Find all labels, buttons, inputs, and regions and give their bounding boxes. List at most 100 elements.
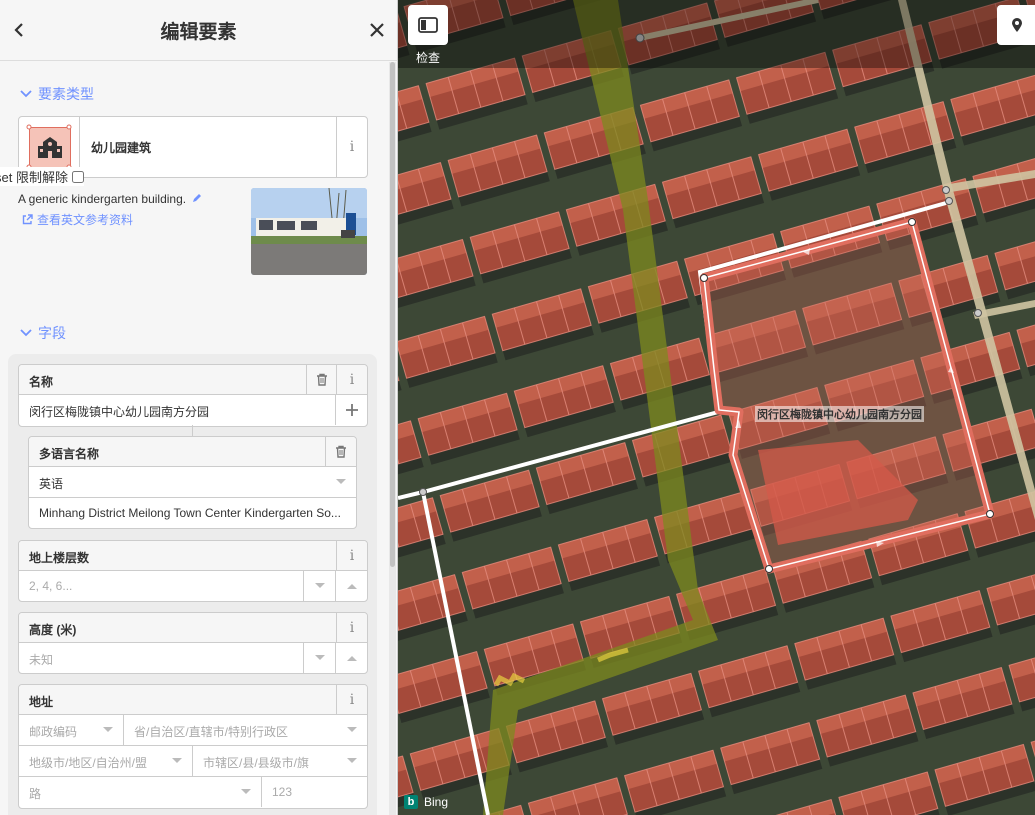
name-delete-button[interactable] <box>306 365 337 394</box>
localized-name-delete-button[interactable] <box>325 437 356 466</box>
preset-reference-photo <box>251 188 367 275</box>
levels-field: 地上楼层数 i 2, 4, 6... <box>18 540 368 602</box>
location-pin-icon <box>1012 18 1022 32</box>
sidebar-scrollbar[interactable] <box>389 62 396 815</box>
plus-icon <box>346 404 358 416</box>
height-decrement[interactable] <box>305 643 335 673</box>
fields-section-toggle[interactable]: 字段 <box>20 323 66 343</box>
district-placeholder: 市辖区/县/县级市/旗 <box>203 756 310 770</box>
localized-name-label: 多语言名称 <box>39 447 100 461</box>
height-field: 高度 (米) i 未知 <box>18 612 368 674</box>
postcode-placeholder: 邮政编码 <box>29 725 78 739</box>
close-icon <box>370 23 384 37</box>
preset-info-button[interactable]: i <box>336 117 367 177</box>
bing-logo-icon: b <box>404 795 418 809</box>
street-placeholder: 路 <box>29 787 42 801</box>
chevron-down-icon <box>315 583 325 588</box>
chevron-up-icon <box>347 656 357 661</box>
satellite-imagery <box>398 0 1035 815</box>
localized-name-field: 多语言名称 英语 Minhang District Meilong Town C… <box>28 436 357 529</box>
city-input[interactable]: 地级市/地区/自治州/盟 <box>19 746 192 776</box>
preset-description-text: A generic kindergarten building. <box>18 192 187 206</box>
levels-info-button[interactable]: i <box>336 541 367 570</box>
chevron-down-icon <box>20 90 32 98</box>
province-input[interactable]: 省/自治区/直辖市/特别行政区 <box>124 715 367 745</box>
address-row-2: 地级市/地区/自治州/盟 市辖区/县/县级市/旗 <box>19 746 367 777</box>
levels-placeholder: 2, 4, 6... <box>29 579 73 593</box>
height-info-button[interactable]: i <box>336 613 367 642</box>
imagery-attribution[interactable]: b Bing <box>404 795 448 809</box>
chevron-down-icon <box>172 758 182 763</box>
language-select[interactable]: 英语 <box>29 467 356 498</box>
chevron-down-icon <box>103 727 113 732</box>
name-value: 闵行区梅陇镇中心幼儿园南方分园 <box>29 405 210 419</box>
sidebar-toggle-icon <box>418 17 438 33</box>
province-placeholder: 省/自治区/直辖市/特别行政区 <box>134 725 289 739</box>
preset-description: A generic kindergarten building. <box>18 192 202 206</box>
address-label-row: 地址 i <box>19 685 367 715</box>
street-input[interactable]: 路 <box>19 777 261 807</box>
levels-label-row: 地上楼层数 i <box>19 541 367 571</box>
postcode-input[interactable]: 邮政编码 <box>19 715 123 745</box>
chevron-down-icon <box>347 727 357 732</box>
sidebar: 编辑要素 要素类型 幼儿园建筑 i set 限制解除 A generic kin… <box>0 0 398 815</box>
info-icon: i <box>349 619 355 636</box>
external-link-icon <box>22 214 33 225</box>
pencil-icon[interactable] <box>192 193 202 203</box>
info-icon: i <box>349 547 355 564</box>
housenumber-placeholder: 123 <box>272 785 293 799</box>
height-placeholder: 未知 <box>29 653 54 667</box>
add-localized-name-button[interactable] <box>337 395 367 425</box>
preset-type-section-toggle[interactable]: 要素类型 <box>20 84 94 104</box>
language-value: 英语 <box>39 477 64 491</box>
height-label: 高度 (米) <box>29 623 77 637</box>
map-canvas[interactable]: 闵行区梅陇镇中心幼儿园南方分园 <box>398 0 1035 815</box>
height-increment[interactable] <box>337 643 367 673</box>
localized-name-input[interactable]: Minhang District Meilong Town Center Kin… <box>29 498 356 528</box>
fields-section-label: 字段 <box>38 325 66 341</box>
name-label: 名称 <box>29 375 54 389</box>
inspect-button[interactable] <box>408 5 448 45</box>
sidebar-scrollbar-thumb[interactable] <box>390 62 395 567</box>
preset-reset-checkbox[interactable] <box>71 170 84 183</box>
address-field: 地址 i 邮政编码 省/自治区/直辖市/特别行政区 地级市/地区/自治州/盟 市… <box>18 684 368 809</box>
levels-input[interactable]: 2, 4, 6... <box>19 571 367 601</box>
reference-link[interactable]: 查看英文参考资料 <box>22 211 133 228</box>
trash-icon <box>317 373 327 386</box>
name-input[interactable]: 闵行区梅陇镇中心幼儿园南方分园 <box>19 395 367 425</box>
housenumber-input[interactable]: 123 <box>262 777 367 807</box>
inspect-label: 检查 <box>416 51 441 65</box>
preset-name: 幼儿园建筑 <box>91 141 152 155</box>
height-label-row: 高度 (米) i <box>19 613 367 643</box>
levels-increment[interactable] <box>337 571 367 601</box>
address-row-1: 邮政编码 省/自治区/直辖市/特别行政区 <box>19 715 367 746</box>
map-area-label: 闵行区梅陇镇中心幼儿园南方分园 <box>755 406 924 422</box>
preset-icon-frame <box>26 124 72 170</box>
district-input[interactable]: 市辖区/县/县级市/旗 <box>193 746 367 776</box>
imagery-provider-label: Bing <box>424 795 449 809</box>
chevron-down-icon <box>336 479 346 484</box>
chevron-down-icon <box>315 655 325 660</box>
localized-name-label-row: 多语言名称 <box>29 437 356 467</box>
preset-type-section-label: 要素类型 <box>38 86 94 102</box>
height-input[interactable]: 未知 <box>19 643 367 673</box>
chevron-down-icon <box>347 758 357 763</box>
levels-decrement[interactable] <box>305 571 335 601</box>
localized-name-value: Minhang District Meilong Town Center Kin… <box>39 506 341 520</box>
info-icon: i <box>349 691 355 708</box>
city-placeholder: 地级市/地区/自治州/盟 <box>29 756 148 770</box>
name-info-button[interactable]: i <box>336 365 367 394</box>
location-button[interactable] <box>997 5 1035 45</box>
address-label: 地址 <box>29 695 54 709</box>
map-toolbar <box>398 0 1035 68</box>
reference-link-label: 查看英文参考资料 <box>37 213 134 227</box>
info-icon: i <box>349 371 355 388</box>
preset-reset-label: set 限制解除 <box>0 170 68 185</box>
page-title: 编辑要素 <box>160 22 237 43</box>
close-button[interactable] <box>362 15 392 45</box>
levels-label: 地上楼层数 <box>29 551 90 565</box>
address-info-button[interactable]: i <box>336 685 367 714</box>
sidebar-header: 编辑要素 <box>0 0 397 61</box>
address-row-3: 路 123 <box>19 777 367 807</box>
chevron-down-icon <box>20 329 32 337</box>
